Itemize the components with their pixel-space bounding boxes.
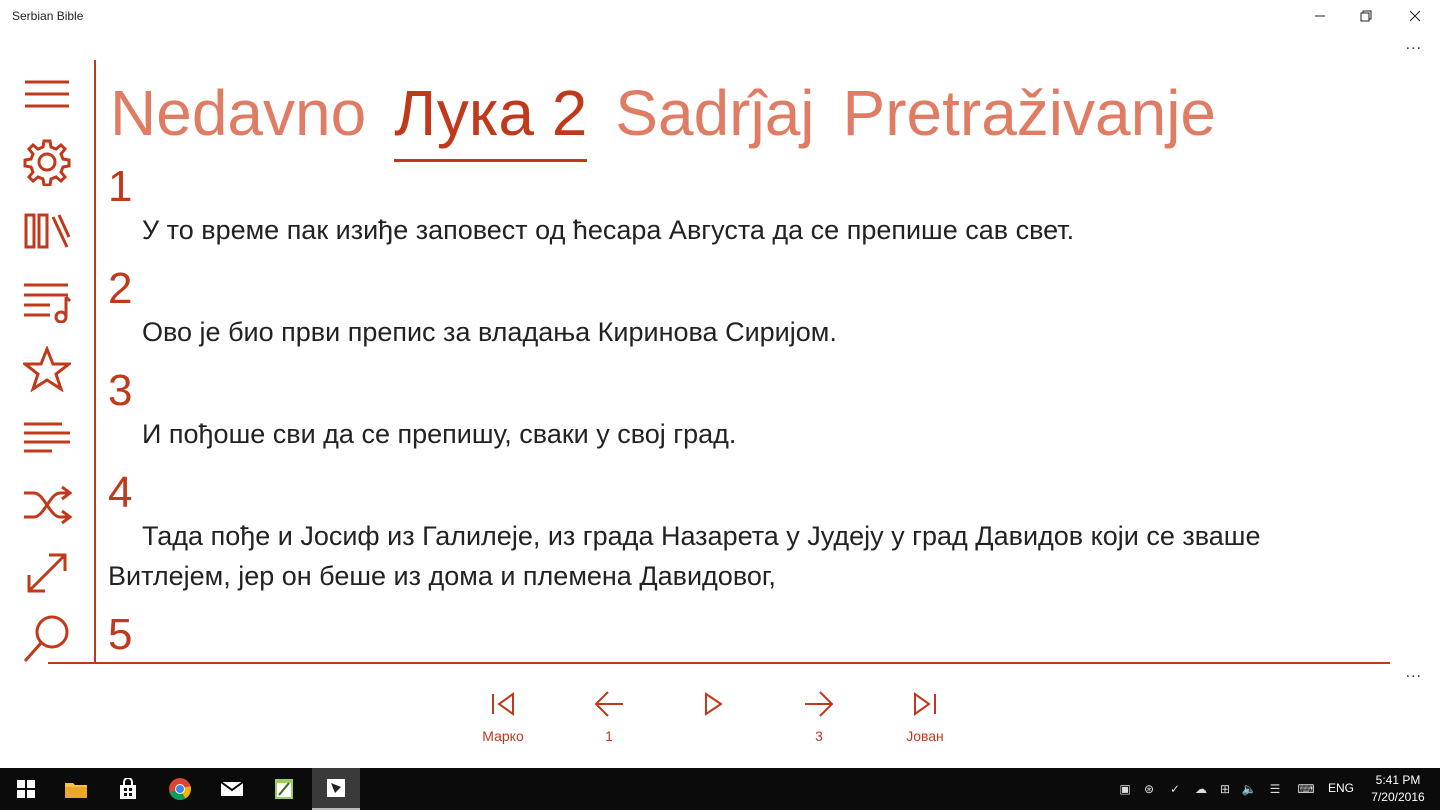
restore-icon — [1360, 10, 1372, 22]
text-lines-icon — [24, 422, 70, 453]
network-devices-icon[interactable]: ▣ — [1116, 780, 1134, 798]
first-book-label: Марко — [482, 728, 524, 744]
close-button[interactable] — [1392, 0, 1438, 32]
store-button[interactable] — [104, 768, 152, 810]
bible-app-icon — [327, 779, 345, 797]
clock-time: 5:41 PM — [1375, 773, 1421, 787]
play-icon — [705, 692, 723, 716]
next-chapter-label: 3 — [815, 728, 823, 744]
search-button[interactable] — [20, 612, 74, 666]
folder-icon — [65, 783, 87, 798]
tab-current-chapter[interactable]: Лука 2 — [394, 72, 588, 162]
last-book-label: Јован — [906, 728, 944, 744]
app-title: Serbian Bible — [12, 9, 84, 23]
tab-recent[interactable]: Nedavno — [110, 72, 366, 162]
minimize-button[interactable] — [1297, 0, 1343, 32]
chrome-icon — [169, 778, 191, 801]
verse-text: У то време пак изиђе заповест од ћесара … — [142, 215, 1075, 245]
playlist-icon — [24, 283, 72, 323]
app-bar-more-button[interactable]: ... — [1406, 664, 1422, 682]
system-clock[interactable]: 5:41 PM 7/20/2016 — [1364, 772, 1432, 806]
notepad-icon — [275, 779, 293, 799]
windows-logo-icon — [17, 780, 35, 798]
notepad-button[interactable] — [260, 768, 308, 810]
tab-search[interactable]: Pretraživanje — [843, 72, 1217, 162]
network-icon[interactable]: ⊞ — [1216, 780, 1234, 798]
verse-number: 4 — [108, 468, 133, 517]
store-bag-icon — [120, 778, 136, 799]
more-options-button[interactable]: ... — [1406, 36, 1422, 54]
arrow-right-icon — [805, 691, 834, 717]
title-bar: Serbian Bible — [0, 0, 1440, 36]
library-icon — [24, 213, 71, 249]
search-icon — [23, 615, 69, 662]
onedrive-icon[interactable]: ☁ — [1192, 780, 1210, 798]
play-button[interactable] — [673, 690, 753, 744]
verse-text: Ово је био први препис за владања Кирино… — [142, 317, 837, 347]
chapter-content[interactable]: 1 У то време пак изиђе заповест од ћесар… — [108, 164, 1388, 662]
tab-bar: Nedavno Лука 2 Sadrĵaj Pretraživanje — [110, 72, 1216, 162]
restore-button[interactable] — [1343, 0, 1389, 32]
verse: 4 Тада пође и Јосиф из Галилеје, из град… — [108, 470, 1388, 596]
menu-button[interactable] — [20, 67, 74, 121]
vertical-divider — [94, 60, 96, 664]
file-explorer-button[interactable] — [52, 768, 100, 810]
skip-forward-icon — [914, 692, 936, 716]
previous-chapter-button[interactable]: 1 — [569, 690, 649, 744]
verse: 3 И пођоше сви да се препишу, сваки у св… — [108, 368, 1388, 454]
text-view-button[interactable] — [20, 410, 74, 464]
chrome-button[interactable] — [156, 768, 204, 810]
shuffle-icon — [24, 485, 72, 525]
verse-number: 1 — [108, 164, 133, 211]
verse-text: Тада пође и Јосиф из Галилеје, из града … — [108, 521, 1261, 591]
verse-number: 5 — [108, 610, 133, 659]
serbian-bible-taskbar-button[interactable] — [312, 768, 360, 810]
horizontal-divider — [48, 662, 1390, 664]
steam-icon[interactable]: ⊛ — [1140, 780, 1158, 798]
last-book-button[interactable]: Јован — [885, 690, 965, 744]
resize-icon — [27, 553, 67, 593]
skip-back-icon — [492, 692, 514, 716]
input-language[interactable]: ENG — [1328, 781, 1354, 795]
gear-icon — [23, 139, 71, 186]
minimize-icon — [1315, 15, 1325, 17]
first-book-button[interactable]: Марко — [463, 690, 543, 744]
clock-date: 7/20/2016 — [1371, 790, 1425, 804]
volume-icon[interactable]: 🔈 — [1240, 780, 1258, 798]
start-button[interactable] — [2, 768, 50, 810]
star-icon — [23, 346, 71, 392]
mail-icon — [220, 781, 244, 796]
mail-button[interactable] — [208, 768, 256, 810]
verse: 2 Ово је био први препис за владања Кири… — [108, 266, 1388, 352]
verse-text: И пођоше сви да се препишу, сваки у свој… — [142, 419, 737, 449]
tab-contents[interactable]: Sadrĵaj — [615, 72, 814, 162]
fullscreen-button[interactable] — [20, 546, 74, 600]
arrow-left-icon — [594, 691, 623, 717]
next-chapter-button[interactable]: 3 — [779, 690, 859, 744]
verse: 5 — [108, 612, 1388, 658]
playlist-button[interactable] — [20, 274, 74, 328]
settings-button[interactable] — [20, 135, 74, 189]
library-button[interactable] — [20, 204, 74, 258]
favorites-button[interactable] — [20, 342, 74, 396]
previous-chapter-label: 1 — [605, 728, 613, 744]
action-center-icon[interactable]: ☰ — [1266, 780, 1284, 798]
verse: 1 У то време пак изиђе заповест од ћесар… — [108, 164, 1388, 250]
taskbar: ▣ ⊛ ✓ ☁ ⊞ 🔈 ☰ ⌨ ENG 5:41 PM 7/20/2016 — [0, 768, 1440, 810]
menu-icon — [25, 80, 69, 108]
nvidia-icon[interactable]: ✓ — [1166, 780, 1184, 798]
play-label — [673, 728, 753, 744]
sidebar — [0, 64, 95, 664]
touch-keyboard-icon[interactable]: ⌨ — [1294, 780, 1318, 798]
close-icon — [1409, 10, 1421, 22]
verse-number: 3 — [108, 366, 133, 415]
verse-number: 2 — [108, 264, 133, 313]
shuffle-button[interactable] — [20, 478, 74, 532]
